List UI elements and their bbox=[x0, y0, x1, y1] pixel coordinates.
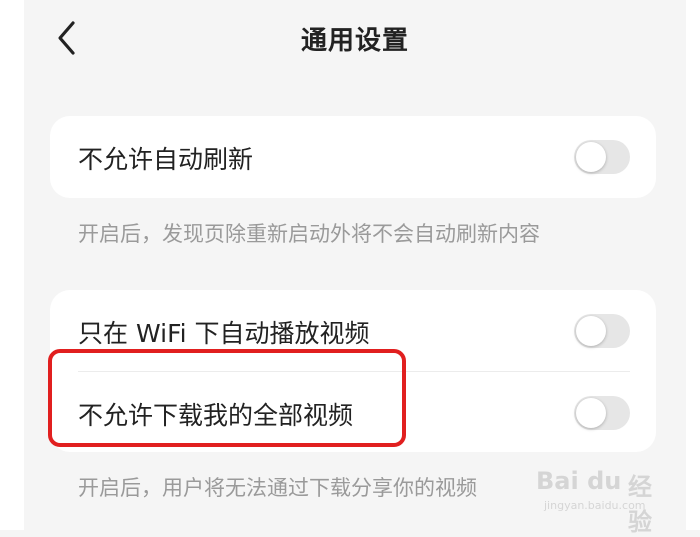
page-title: 通用设置 bbox=[300, 26, 409, 56]
no-download-toggle[interactable] bbox=[574, 396, 630, 430]
refresh-hint-text: 开启后，发现页除重新启动外将不会自动刷新内容 bbox=[78, 222, 540, 246]
settings-group-refresh: 不允许自动刷新 bbox=[50, 116, 656, 198]
baidu-jingyan-watermark: Bai du 经验 jingyan.baidu.com bbox=[536, 455, 666, 536]
settings-group-video: 只在 WiFi 下自动播放视频 不允许下载我的全部视频 bbox=[50, 290, 656, 452]
setting-row-no-auto-refresh[interactable]: 不允许自动刷新 bbox=[50, 116, 656, 196]
left-edge-strip bbox=[0, 0, 24, 530]
setting-label: 不允许下载我的全部视频 bbox=[78, 401, 354, 430]
top-bar: 通用设置 bbox=[24, 0, 686, 78]
watermark-brand: Bai du bbox=[536, 467, 622, 495]
setting-row-wifi-autoplay[interactable]: 只在 WiFi 下自动播放视频 bbox=[50, 290, 656, 370]
toggle-knob bbox=[576, 398, 606, 428]
setting-label: 只在 WiFi 下自动播放视频 bbox=[78, 319, 370, 348]
setting-label: 不允许自动刷新 bbox=[78, 145, 254, 174]
no-auto-refresh-toggle[interactable] bbox=[574, 140, 630, 174]
download-hint-text: 开启后，用户将无法通过下载分享你的视频 bbox=[78, 476, 477, 500]
right-edge-strip bbox=[686, 0, 700, 530]
toggle-knob bbox=[576, 142, 606, 172]
toggle-knob bbox=[576, 316, 606, 346]
watermark-url: jingyan.baidu.com bbox=[544, 499, 646, 512]
setting-row-no-download[interactable]: 不允许下载我的全部视频 bbox=[50, 372, 656, 452]
wifi-autoplay-toggle[interactable] bbox=[574, 314, 630, 348]
